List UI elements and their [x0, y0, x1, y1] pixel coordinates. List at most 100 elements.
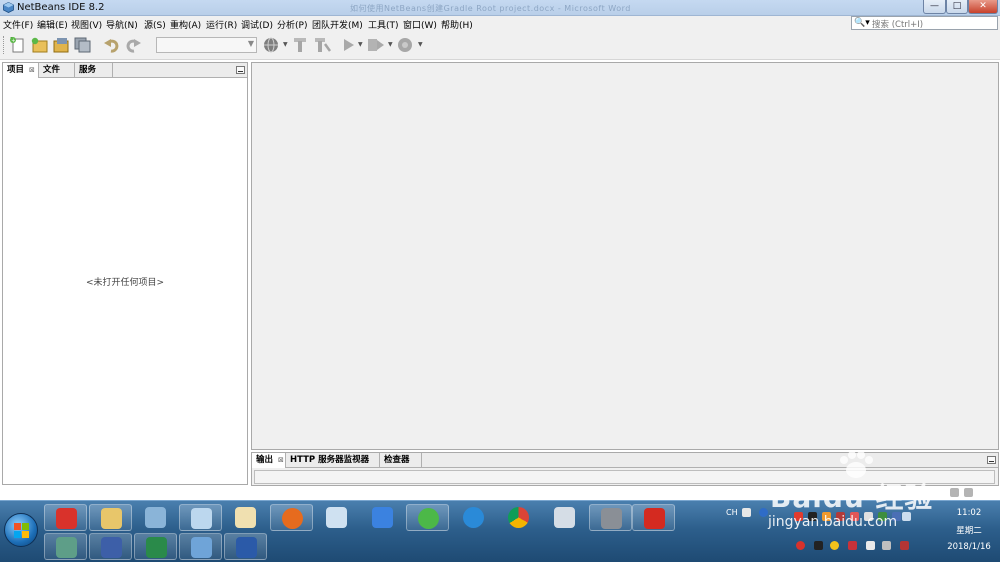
close-button[interactable]: ✕	[968, 0, 998, 14]
network-icon[interactable]	[864, 512, 873, 521]
output-content[interactable]	[254, 470, 995, 484]
close-icon[interactable]: ⊠	[29, 66, 35, 74]
menu-debug[interactable]: 调试(D)	[241, 18, 273, 31]
refresh-icon	[418, 508, 439, 529]
menu-refactor[interactable]: 重构(A)	[170, 18, 201, 31]
minimize-button[interactable]: —	[923, 0, 946, 14]
start-button[interactable]	[4, 513, 38, 547]
run-icon[interactable]	[340, 37, 358, 53]
menu-help[interactable]: 帮助(H)	[441, 18, 473, 31]
taskbar-app-green[interactable]	[44, 533, 87, 560]
tray-app-icon[interactable]	[902, 512, 911, 521]
tray-app-icon[interactable]	[822, 512, 831, 521]
tray-app-icon[interactable]	[836, 512, 845, 521]
background-window-title: 如何使用NetBeans创建Gradle Root project.docx -…	[350, 4, 631, 13]
clean-build-icon[interactable]	[314, 37, 332, 53]
netbeans-icon	[191, 537, 212, 558]
search-icon[interactable]: 🔍▾	[854, 18, 870, 28]
save-all-icon[interactable]	[74, 37, 92, 53]
minimize-panel-icon[interactable]	[987, 456, 996, 464]
input-language-indicator[interactable]: CH	[726, 508, 738, 517]
toolbar-grip[interactable]	[3, 36, 6, 54]
output-panel-tabs: 输出 ⊠ HTTP 服务器监视器 检查器	[252, 453, 998, 468]
taskbar-notepad[interactable]	[179, 504, 222, 531]
tab-output[interactable]: 输出 ⊠	[252, 453, 286, 468]
wrench-icon[interactable]	[964, 488, 973, 497]
debug-icon[interactable]	[367, 37, 385, 53]
chevron-down-icon[interactable]: ▼	[283, 41, 288, 48]
taskbar-eclipse[interactable]	[589, 504, 632, 531]
menu-file[interactable]: 文件(F)	[3, 18, 33, 31]
qq-icon[interactable]	[814, 541, 823, 550]
menu-source[interactable]: 源(S)	[144, 18, 166, 31]
globe-icon[interactable]	[263, 37, 281, 53]
tray-app-icon[interactable]	[848, 541, 857, 550]
tab-files[interactable]: 文件	[39, 63, 75, 78]
quick-search-input[interactable]: 🔍▾ 搜索 (Ctrl+I)	[851, 16, 998, 30]
ie-icon	[463, 507, 484, 528]
new-file-icon[interactable]: +	[9, 37, 27, 53]
taskbar-calculator[interactable]	[543, 504, 586, 531]
tray-app-icon[interactable]	[830, 541, 839, 550]
tray-app-icon[interactable]	[796, 541, 805, 550]
taskbar-360[interactable]	[406, 504, 449, 531]
tab-http-monitor[interactable]: HTTP 服务器监视器	[286, 453, 380, 468]
output-panel: 输出 ⊠ HTTP 服务器监视器 检查器	[251, 452, 999, 486]
taskbar-ie[interactable]	[452, 504, 495, 531]
taskbar-search-app[interactable]	[224, 504, 267, 531]
taskbar-projector[interactable]	[315, 504, 358, 531]
menu-team[interactable]: 团队开发(M)	[312, 18, 363, 31]
input-method-icon[interactable]	[742, 508, 751, 517]
taskbar-excel[interactable]	[134, 533, 177, 560]
minimize-panel-icon[interactable]	[236, 66, 245, 74]
tray-app-icon[interactable]	[794, 512, 803, 521]
open-project-icon[interactable]	[52, 37, 70, 53]
taskbar-firefox[interactable]	[270, 504, 313, 531]
taskbar-note-app[interactable]	[361, 504, 404, 531]
taskbar-explorer[interactable]	[89, 504, 132, 531]
editor-area[interactable]	[251, 62, 999, 450]
user-icon[interactable]	[950, 488, 959, 497]
maximize-button[interactable]: □	[946, 0, 968, 14]
taskbar-word[interactable]	[224, 533, 267, 560]
undo-icon[interactable]	[103, 37, 121, 53]
taskbar-chrome[interactable]	[497, 504, 540, 531]
menu-edit[interactable]: 编辑(E)	[37, 18, 68, 31]
menu-bar: 文件(F) 编辑(E) 视图(V) 导航(N) 源(S) 重构(A) 运行(R)…	[0, 16, 1000, 31]
new-project-icon[interactable]	[30, 37, 48, 53]
profile-icon[interactable]	[397, 37, 415, 53]
signal-icon[interactable]	[882, 541, 891, 550]
build-icon[interactable]	[292, 37, 310, 53]
tab-projects[interactable]: 项目 ⊠	[3, 63, 39, 78]
tab-inspector[interactable]: 检查器	[380, 453, 422, 468]
tray-app-icon[interactable]	[866, 541, 875, 550]
tray-app-icon[interactable]	[878, 512, 887, 521]
taskbar-clock[interactable]: 11:02 星期二 2018/1/16	[940, 508, 998, 558]
chevron-down-icon[interactable]: ▼	[358, 41, 363, 48]
clock-time: 11:02	[956, 508, 982, 518]
run-config-combo[interactable]: ▼	[156, 37, 257, 53]
tab-services[interactable]: 服务	[75, 63, 113, 78]
redo-icon[interactable]	[124, 37, 142, 53]
taskbar-huawei[interactable]	[632, 504, 675, 531]
help-icon[interactable]	[759, 508, 768, 517]
tray-app-icon[interactable]	[892, 512, 901, 521]
menu-run[interactable]: 运行(R)	[206, 18, 237, 31]
menu-navigate[interactable]: 导航(N)	[106, 18, 138, 31]
close-icon[interactable]: ⊠	[278, 456, 284, 464]
volume-icon[interactable]	[900, 541, 909, 550]
chevron-down-icon[interactable]: ▼	[418, 41, 423, 48]
menu-tools[interactable]: 工具(T)	[368, 18, 399, 31]
taskbar-netbeans[interactable]	[179, 533, 222, 560]
menu-view[interactable]: 视图(V)	[71, 18, 102, 31]
tray-app-icon[interactable]	[850, 512, 859, 521]
menu-window[interactable]: 窗口(W)	[403, 18, 437, 31]
taskbar-visio[interactable]	[89, 533, 132, 560]
menu-profile[interactable]: 分析(P)	[277, 18, 307, 31]
chevron-down-icon[interactable]: ▼	[388, 41, 393, 48]
taskbar-app-red[interactable]	[44, 504, 87, 531]
qq-icon[interactable]	[808, 512, 817, 521]
taskbar-paint[interactable]	[134, 504, 177, 531]
folder-icon	[101, 508, 122, 529]
chrome-icon	[508, 507, 529, 528]
